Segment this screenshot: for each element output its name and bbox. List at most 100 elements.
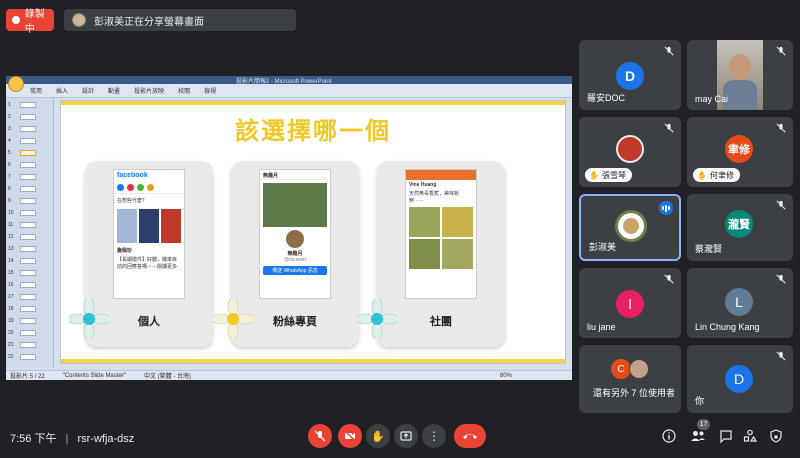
info-icon (662, 429, 676, 443)
slide-thumbnail-number: 2 (8, 114, 11, 120)
slide-thumbnail: 3 (8, 126, 52, 133)
slide-thumbnail: 14 (8, 258, 52, 265)
slide-thumbnail-number: 7 (8, 174, 11, 180)
slide-thumbnail-preview (20, 282, 36, 288)
slide-thumbnail-number: 3 (8, 126, 11, 132)
slide-thumbnail-preview (20, 210, 36, 216)
participant-avatar: D (725, 365, 753, 393)
slide-thumbnail-number: 16 (8, 282, 14, 288)
slide-thumbnail: 7 (8, 174, 52, 181)
ribbon-tab: 校閱 (178, 89, 191, 95)
slide-thumbnail-number: 15 (8, 270, 14, 276)
presenter-avatar (72, 13, 86, 27)
participant-name: 蔡瀧賢 (695, 244, 723, 254)
participant-avatar: L (725, 288, 753, 316)
mic-off-icon (776, 274, 786, 284)
slide-title: 該選擇哪一個 (235, 117, 391, 145)
raised-hand-icon: ✋ (697, 170, 707, 180)
participant-tile[interactable]: 聿修 ✋ 何聿修 (687, 117, 793, 187)
chat-button[interactable] (718, 428, 734, 444)
slide-thumbnail-preview (20, 198, 36, 204)
flower-decoration-icon (357, 299, 397, 339)
raise-hand-icon: ✋ (371, 430, 385, 443)
leave-call-button[interactable] (454, 424, 486, 448)
meeting-details-button[interactable] (661, 428, 677, 444)
mic-off-icon (664, 46, 674, 56)
slide-thumbnail-number: 10 (8, 210, 14, 216)
people-icon (691, 431, 705, 441)
status-slide-number: 投影片 5 / 22 (10, 374, 45, 380)
ribbon-tab: 投影片放映 (134, 89, 165, 95)
raise-hand-button[interactable]: ✋ (366, 424, 390, 448)
ribbon-tab: 常用 (30, 89, 43, 95)
more-participants-tile[interactable]: C 還有另外 7 位使用者 (579, 345, 681, 413)
speaking-indicator-icon (659, 201, 673, 215)
fanpage-handle: @nicewin (284, 257, 306, 263)
slide-thumbnail: 21 (8, 342, 52, 349)
participant-avatar: 聿修 (725, 135, 753, 163)
slide-thumbnail: 19 (8, 318, 52, 325)
participant-tile[interactable]: D 羅安DOC (579, 40, 681, 110)
participant-tile[interactable]: ✋ 張雪琴 (579, 117, 681, 187)
status-language: 中文 (繁體 - 台灣) (143, 374, 191, 380)
mic-toggle-button[interactable] (308, 424, 332, 448)
participant-avatar (616, 135, 644, 163)
activities-button[interactable] (742, 428, 758, 444)
slide-thumbnail-number: 4 (8, 138, 11, 144)
participant-tile[interactable]: l liu jane (579, 268, 681, 338)
camera-toggle-button[interactable] (338, 424, 362, 448)
present-now-button[interactable] (394, 424, 418, 448)
fb-post-prompt: 在想些什麼？ (114, 193, 184, 207)
slide-thumbnail: 17 (8, 294, 52, 301)
more-options-button[interactable]: ⋮ (422, 424, 446, 448)
ppt-statusbar: 投影片 5 / 22 "Contents Slide Master" 中文 (繁… (6, 370, 572, 380)
slide-thumbnail: 1 (8, 102, 52, 109)
participant-name: 何聿修 (709, 170, 734, 180)
slide-thumbnail: 12 (8, 234, 52, 241)
slide-thumbnail-preview (20, 318, 36, 324)
group-post-text: 天然無毒香蕉，美味新鮮⋯⋯ (409, 191, 460, 204)
slide-thumbnail-number: 13 (8, 246, 14, 252)
present-screen-icon (400, 431, 412, 441)
slide-thumbnail-number: 12 (8, 234, 14, 240)
office-button-icon (8, 76, 24, 92)
participant-tile[interactable]: 瀧賢 蔡瀧賢 (687, 194, 793, 261)
fanpage-header: 無趣月 (260, 170, 330, 180)
slide-thumbnail-preview (20, 102, 36, 108)
host-controls-button[interactable] (768, 428, 784, 444)
slide-thumbnail-preview (20, 258, 36, 264)
more-participants-label: 還有另外 7 位使用者 (593, 388, 676, 398)
participant-tile[interactable]: may Cai (687, 40, 793, 110)
phone-screenshot-group: Vine Huang 天然無毒香蕉，美味新鮮⋯⋯ (405, 169, 477, 299)
self-tile[interactable]: D 你 (687, 345, 793, 413)
participant-tile[interactable]: L Lin Chung Kang (687, 268, 793, 338)
chat-icon (720, 430, 732, 443)
raised-hand-pill: ✋ 張雪琴 (585, 168, 632, 182)
slide-thumbnail-preview (20, 234, 36, 240)
presenting-banner[interactable]: 彭淑美正在分享螢幕畫面 (64, 9, 296, 31)
slide-thumbnail: 5 (8, 150, 52, 157)
fanpage-name: 無趣月 (287, 251, 303, 257)
slide-thumbnail-number: 6 (8, 162, 11, 168)
slide-thumbnail: 20 (8, 330, 52, 337)
slide-thumbnail-number: 22 (8, 354, 14, 360)
participant-tile-speaking[interactable]: 彭淑美 (579, 194, 681, 261)
ribbon-tab: 檢視 (204, 89, 217, 95)
slide-thumbnail-preview (20, 114, 36, 120)
slide-thumbnail-number: 11 (8, 222, 14, 228)
raised-hand-pill: ✋ 何聿修 (693, 168, 740, 182)
participant-name: Lin Chung Kang (695, 322, 760, 332)
slide-thumbnail-number: 17 (8, 294, 14, 300)
people-button[interactable] (690, 428, 706, 444)
slide-thumbnail-number: 1 (8, 102, 11, 108)
slide-thumbnail-preview (20, 174, 36, 180)
participant-avatar (629, 359, 649, 379)
slide-thumbnail-preview (20, 162, 36, 168)
fb-post-body: 【長期徵件】好體，機率目前的回應答嗎⋯⋯閱讀更多 (117, 257, 178, 270)
recording-badge[interactable]: 錄製中 (6, 9, 54, 35)
participant-avatar (615, 210, 647, 242)
slide-thumbnail: 4 (8, 138, 52, 145)
slide-thumbnail: 16 (8, 282, 52, 289)
slide-thumbnail: 6 (8, 162, 52, 169)
hang-up-icon (463, 434, 477, 439)
